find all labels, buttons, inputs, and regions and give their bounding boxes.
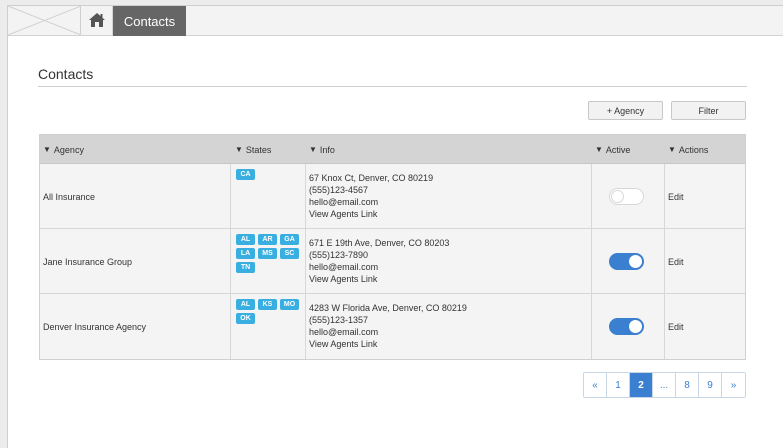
view-agents-link[interactable]: View Agents Link — [309, 208, 433, 220]
column-header-actions[interactable]: ▼ Actions — [668, 135, 708, 164]
state-badge: LA — [236, 248, 255, 259]
address: 4283 W Florida Ave, Denver, CO 80219 — [309, 303, 467, 313]
app-frame: Contacts Contacts + Agency Filter ▼ Agen… — [7, 5, 783, 448]
view-agents-link[interactable]: View Agents Link — [309, 273, 449, 285]
state-badge: CA — [236, 169, 255, 180]
caret-down-icon: ▼ — [595, 145, 603, 154]
state-badges: AL AR GA LA MS SC TN — [236, 234, 306, 273]
edit-button[interactable]: Edit — [668, 164, 684, 229]
state-badge: AR — [258, 234, 277, 245]
table-row: Jane Insurance Group AL AR GA LA MS SC T… — [40, 229, 745, 294]
column-header-label: States — [245, 144, 272, 155]
nav-tab-contacts[interactable]: Contacts — [113, 6, 186, 36]
toggle-knob — [629, 320, 642, 333]
active-toggle[interactable] — [609, 318, 644, 335]
column-header-label: Info — [319, 144, 335, 155]
agency-name: Jane Insurance Group — [43, 256, 133, 267]
email: hello@email.com — [309, 262, 379, 272]
state-badges: AL KS MO OK — [236, 299, 306, 324]
toggle-knob — [629, 255, 642, 268]
state-badge: GA — [280, 234, 299, 245]
contacts-table: ▼ Agency ▼ States ▼ Info ▼ Active ▼ Acti… — [39, 134, 746, 360]
column-header-label: Agency — [53, 144, 84, 155]
view-agents-link[interactable]: View Agents Link — [309, 338, 467, 350]
state-badges: CA — [236, 169, 306, 180]
caret-down-icon: ▼ — [668, 145, 676, 154]
edit-button[interactable]: Edit — [668, 294, 684, 359]
state-badge: SC — [280, 248, 299, 259]
home-icon — [88, 12, 106, 30]
phone: (555)123-1357 — [309, 315, 369, 325]
table-row: All Insurance CA 67 Knox Ct, Denver, CO … — [40, 164, 745, 229]
pagination-page-8[interactable]: 8 — [676, 373, 699, 397]
column-header-info[interactable]: ▼ Info — [309, 135, 335, 164]
contact-info: 67 Knox Ct, Denver, CO 80219 (555)123-45… — [309, 172, 433, 220]
caret-down-icon: ▼ — [235, 145, 243, 154]
state-badge: AL — [236, 299, 255, 310]
address: 67 Knox Ct, Denver, CO 80219 — [309, 173, 434, 183]
column-header-agency[interactable]: ▼ Agency — [43, 135, 84, 164]
pagination-next[interactable]: » — [722, 373, 745, 397]
page-title: Contacts — [38, 66, 94, 82]
email: hello@email.com — [309, 197, 379, 207]
column-header-label: Active — [605, 144, 631, 155]
phone: (555)123-4567 — [309, 185, 369, 195]
contact-info: 4283 W Florida Ave, Denver, CO 80219 (55… — [309, 302, 467, 350]
pagination-page-2[interactable]: 2 — [630, 373, 653, 397]
pagination: « 1 2 ... 8 9 » — [583, 372, 746, 398]
contact-info: 671 E 19th Ave, Denver, CO 80203 (555)12… — [309, 237, 449, 285]
state-badge: MS — [258, 248, 277, 259]
title-divider — [38, 86, 747, 87]
state-badge: TN — [236, 262, 255, 273]
column-header-label: Actions — [678, 144, 709, 155]
column-header-active[interactable]: ▼ Active — [595, 135, 630, 164]
agency-name: All Insurance — [43, 191, 96, 202]
add-agency-button[interactable]: + Agency — [588, 101, 663, 120]
column-header-states[interactable]: ▼ States — [235, 135, 271, 164]
table-row: Denver Insurance Agency AL KS MO OK 4283… — [40, 294, 745, 359]
pagination-ellipsis: ... — [653, 373, 676, 397]
pagination-page-9[interactable]: 9 — [699, 373, 722, 397]
home-button[interactable] — [82, 6, 113, 35]
state-badge: MO — [280, 299, 299, 310]
edit-button[interactable]: Edit — [668, 229, 684, 294]
pagination-page-1[interactable]: 1 — [607, 373, 630, 397]
agency-name: Denver Insurance Agency — [43, 321, 147, 332]
active-toggle[interactable] — [609, 188, 644, 205]
email: hello@email.com — [309, 327, 379, 337]
caret-down-icon: ▼ — [309, 145, 317, 154]
state-badge: KS — [258, 299, 277, 310]
logo-placeholder — [8, 6, 81, 35]
phone: (555)123-7890 — [309, 250, 369, 260]
address: 671 E 19th Ave, Denver, CO 80203 — [309, 238, 450, 248]
top-nav-bar: Contacts — [8, 6, 783, 36]
toggle-knob — [611, 190, 624, 203]
state-badge: OK — [236, 313, 255, 324]
caret-down-icon: ▼ — [43, 145, 51, 154]
pagination-prev[interactable]: « — [584, 373, 607, 397]
table-header: ▼ Agency ▼ States ▼ Info ▼ Active ▼ Acti… — [40, 135, 745, 164]
filter-button[interactable]: Filter — [671, 101, 746, 120]
active-toggle[interactable] — [609, 253, 644, 270]
state-badge: AL — [236, 234, 255, 245]
